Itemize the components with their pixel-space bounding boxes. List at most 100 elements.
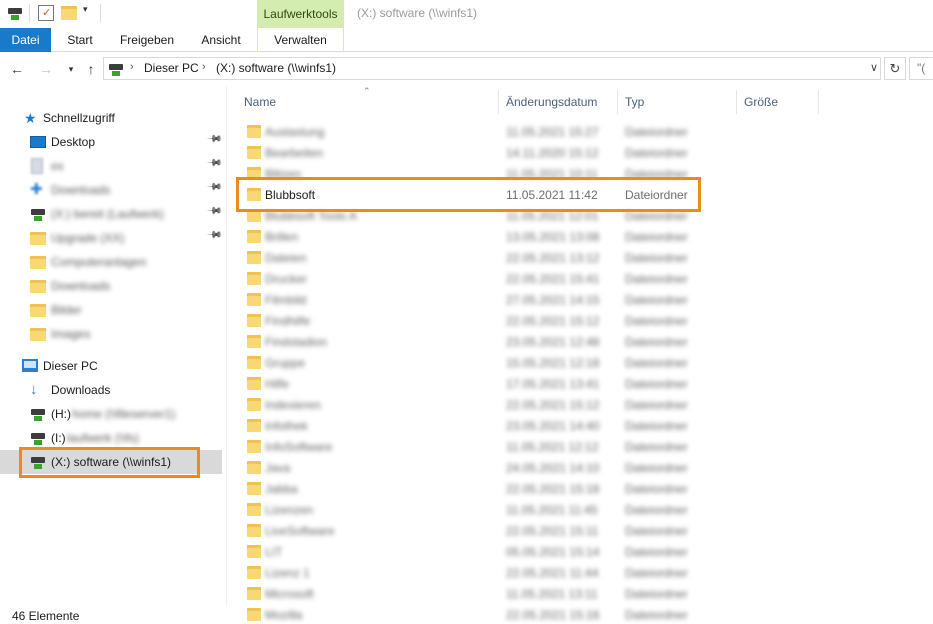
folder-icon xyxy=(247,566,261,579)
file-row[interactable]: Brillen 13.05.2021 13:08 Dateiordner xyxy=(237,226,697,247)
up-arrow-icon[interactable]: ↑ xyxy=(83,60,99,78)
file-row[interactable]: Java 24.05.2021 14:10 Dateiordner xyxy=(237,457,697,478)
file-name: LIT xyxy=(265,545,283,559)
new-folder-icon[interactable] xyxy=(61,6,77,20)
file-row[interactable]: Lizenzen 11.05.2021 11:45 Dateiordner xyxy=(237,499,697,520)
file-name: Brillen xyxy=(265,230,299,244)
nav-drive-h[interactable]: (H:) home (\\fileserver1) xyxy=(0,402,222,426)
folder-icon xyxy=(247,377,261,390)
recent-locations-chevron-icon[interactable]: ▾ xyxy=(63,60,79,78)
tab-datei[interactable]: Datei xyxy=(0,28,51,52)
pin-icon[interactable]: 📌 xyxy=(205,203,222,220)
file-row[interactable]: Findhilfe 22.05.2021 15:12 Dateiordner xyxy=(237,310,697,331)
breadcrumb-drive-x[interactable]: (X:) software (\\winfs1) xyxy=(216,61,336,75)
nav-quick-item[interactable]: Upgrade (XX) 📌 xyxy=(0,226,222,250)
drive-icon xyxy=(30,206,46,222)
customize-toolbar-icon[interactable]: ▾ xyxy=(83,4,88,15)
file-row[interactable]: Blubbsoft 11.05.2021 11:42 Dateiordner xyxy=(237,184,697,205)
forward-arrow-icon[interactable]: → xyxy=(38,60,54,78)
file-type: Dateiordner xyxy=(625,503,688,517)
column-header-name[interactable]: Name xyxy=(237,90,499,114)
file-row[interactable]: Bearbeiten 14.11.2020 15:12 Dateiordner xyxy=(237,142,697,163)
refresh-icon[interactable]: ↻ xyxy=(884,57,906,80)
file-row[interactable]: Filmbild 27.05.2021 14:15 Dateiordner xyxy=(237,289,697,310)
properties-icon[interactable]: ✓ xyxy=(38,5,54,21)
file-row[interactable]: Infothek 23.05.2021 14:40 Dateiordner xyxy=(237,415,697,436)
nav-this-pc[interactable]: Dieser PC xyxy=(0,354,222,378)
nav-label-redacted: Downloads xyxy=(51,279,111,293)
nav-drive-i[interactable]: (I:) laufwerk (\\fs) xyxy=(0,426,222,450)
file-row[interactable]: Jabba 22.05.2021 15:18 Dateiordner xyxy=(237,478,697,499)
file-row[interactable]: InfoSoftware 11.05.2021 12:12 Dateiordner xyxy=(237,436,697,457)
search-input[interactable]: "( xyxy=(909,57,933,80)
nav-downloads[interactable]: ↓ Downloads xyxy=(0,378,222,402)
navigation-bar: ← → ▾ ↑ › Dieser PC › (X:) software (\\w… xyxy=(0,52,933,86)
file-type: Dateiordner xyxy=(625,272,688,286)
file-name: Java xyxy=(265,461,291,475)
nav-quick-item[interactable]: Images xyxy=(0,322,222,346)
folder-icon xyxy=(247,293,261,306)
nav-quick-item[interactable]: Downloads xyxy=(0,274,222,298)
column-header-size[interactable]: Größe xyxy=(737,90,819,114)
nav-drive-x[interactable]: (X:) software (\\winfs1) xyxy=(0,450,222,474)
file-row[interactable]: Gruppe 15.05.2021 12:18 Dateiordner xyxy=(237,352,697,373)
pin-icon[interactable]: 📌 xyxy=(205,131,222,148)
file-name: Lizenz 1 xyxy=(265,566,310,580)
file-type: Dateiordner xyxy=(625,545,688,559)
file-name: Jabba xyxy=(265,482,298,496)
pin-icon[interactable]: 📌 xyxy=(205,155,222,172)
nav-quick-item[interactable]: Bilder xyxy=(0,298,222,322)
folder-icon xyxy=(30,256,46,269)
tab-ansicht[interactable]: Ansicht xyxy=(191,28,251,52)
file-date: 05.05.2021 15:14 xyxy=(506,545,600,559)
tab-verwalten[interactable]: Verwalten xyxy=(257,28,344,52)
back-arrow-icon[interactable]: ← xyxy=(9,60,25,78)
file-date: 22.05.2021 15:12 xyxy=(506,398,600,412)
nav-quick-item[interactable]: ex 📌 xyxy=(0,154,222,178)
nav-label: Schnellzugriff xyxy=(43,111,115,125)
file-row[interactable]: Blitzen 11.05.2021 10:11 Dateiordner xyxy=(237,163,697,184)
toolbar-divider xyxy=(100,4,101,22)
nav-quick-item[interactable]: Computeranlagen xyxy=(0,250,222,274)
pin-icon[interactable]: 📌 xyxy=(205,179,222,196)
file-date: 11.05.2021 11:45 xyxy=(506,503,598,517)
nav-label-redacted: Upgrade (XX) xyxy=(51,231,125,245)
ribbon-tabs: Datei Start Freigeben Ansicht Verwalten xyxy=(0,28,933,52)
chevron-down-icon[interactable]: ∨ xyxy=(870,61,878,74)
column-header-type[interactable]: Typ xyxy=(618,90,737,114)
pane-splitter[interactable] xyxy=(226,86,227,606)
file-row[interactable]: Hilfe 17.05.2021 13:41 Dateiordner xyxy=(237,373,697,394)
tab-laufwerktools[interactable]: Laufwerktools xyxy=(257,0,344,28)
address-bar[interactable]: › Dieser PC › (X:) software (\\winfs1) ∨ xyxy=(103,57,881,80)
nav-quick-access[interactable]: ★ Schnellzugriff xyxy=(0,106,222,130)
file-name: Infothek xyxy=(265,419,308,433)
file-row[interactable]: Findstadion 23.05.2021 12:48 Dateiordner xyxy=(237,331,697,352)
file-row[interactable]: Drucker 22.05.2021 15:41 Dateiordner xyxy=(237,268,697,289)
file-row[interactable]: Indexieren 22.05.2021 15:12 Dateiordner xyxy=(237,394,697,415)
file-row[interactable]: Lizenz 1 22.05.2021 11:44 Dateiordner xyxy=(237,562,697,583)
column-header-date[interactable]: Änderungsdatum xyxy=(499,90,618,114)
file-row[interactable]: Auslastung 11.05.2021 15:27 Dateiordner xyxy=(237,121,697,142)
chevron-right-icon[interactable]: › xyxy=(130,61,134,73)
file-name: Findstadion xyxy=(265,335,328,349)
breadcrumb-dieser-pc[interactable]: Dieser PC xyxy=(144,61,199,75)
file-row[interactable]: LiveSoftware 22.05.2021 15:11 Dateiordner xyxy=(237,520,697,541)
tab-start[interactable]: Start xyxy=(56,28,104,52)
nav-quick-item[interactable]: ✚ Downloads 📌 xyxy=(0,178,222,202)
window-title: (X:) software (\\winfs1) xyxy=(357,6,478,20)
nav-label: (X:) software (\\winfs1) xyxy=(51,455,172,469)
pin-icon[interactable]: 📌 xyxy=(205,227,222,244)
drive-icon[interactable] xyxy=(7,5,23,21)
file-row[interactable]: Microsoft 11.05.2021 13:11 Dateiordner xyxy=(237,583,697,604)
file-type: Dateiordner xyxy=(625,314,688,328)
file-date: 11.05.2021 13:11 xyxy=(506,587,598,601)
chevron-right-icon[interactable]: › xyxy=(202,61,206,73)
file-row[interactable]: Dateien 22.05.2021 13:12 Dateiordner xyxy=(237,247,697,268)
nav-quick-item[interactable]: Desktop 📌 xyxy=(0,130,222,154)
file-date: 11.05.2021 15:27 xyxy=(506,125,599,139)
file-date: 24.05.2021 14:10 xyxy=(506,461,600,475)
nav-quick-item[interactable]: (X:) bereit (Laufwerk) 📌 xyxy=(0,202,222,226)
file-row[interactable]: Blubbsoft Tools A 11.05.2021 12:01 Dateior… xyxy=(237,205,697,226)
tab-freigeben[interactable]: Freigeben xyxy=(112,28,182,52)
file-row[interactable]: LIT 05.05.2021 15:14 Dateiordner xyxy=(237,541,697,562)
